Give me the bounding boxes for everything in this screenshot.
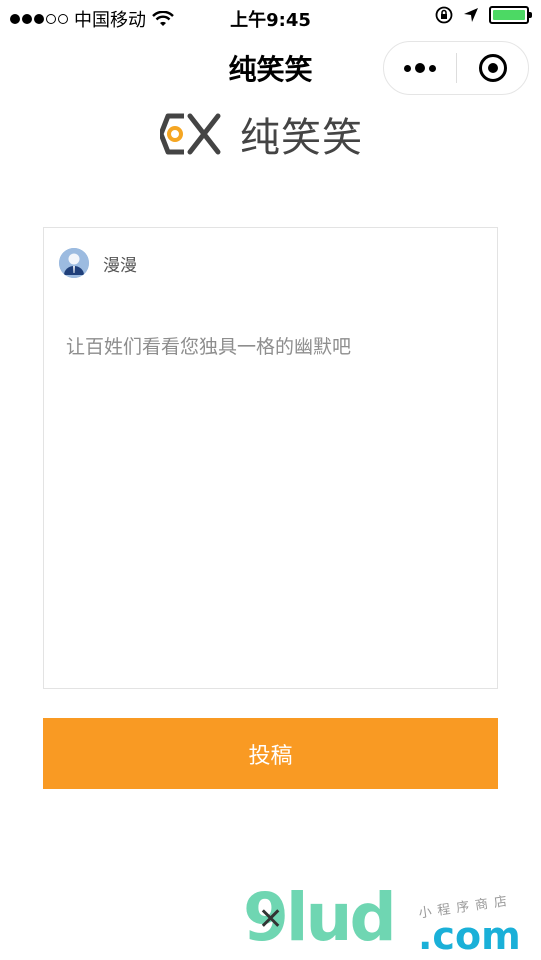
close-icon[interactable]: ✕ <box>258 902 283 937</box>
battery-icon <box>489 6 532 24</box>
battery-level <box>493 10 525 20</box>
brand-cx-icon <box>160 113 221 155</box>
avatar <box>59 248 89 278</box>
submit-post-button[interactable]: 投稿 <box>43 718 498 789</box>
status-right <box>435 6 532 24</box>
watermark: 9lud 小程序商店 .com <box>243 880 523 959</box>
more-dots-icon[interactable] <box>384 42 456 94</box>
post-content-input[interactable] <box>66 332 476 662</box>
username: 漫漫 <box>103 255 137 276</box>
location-arrow-icon <box>464 8 478 22</box>
status-bar: 中国移动 上午9:45 <box>0 0 541 36</box>
target-circle-icon <box>478 54 507 82</box>
user-row: 漫漫 <box>59 248 137 278</box>
user-silhouette-icon <box>59 248 89 278</box>
watermark-domain: .com <box>418 914 521 958</box>
post-card: 漫漫 <box>43 227 498 689</box>
rotation-lock-icon <box>435 6 453 24</box>
menu-capsule <box>383 41 529 95</box>
brand-logo: 纯笑笑 <box>160 110 363 161</box>
brand-name: 纯笑笑 <box>240 115 363 161</box>
close-miniprogram-button[interactable] <box>457 42 528 94</box>
